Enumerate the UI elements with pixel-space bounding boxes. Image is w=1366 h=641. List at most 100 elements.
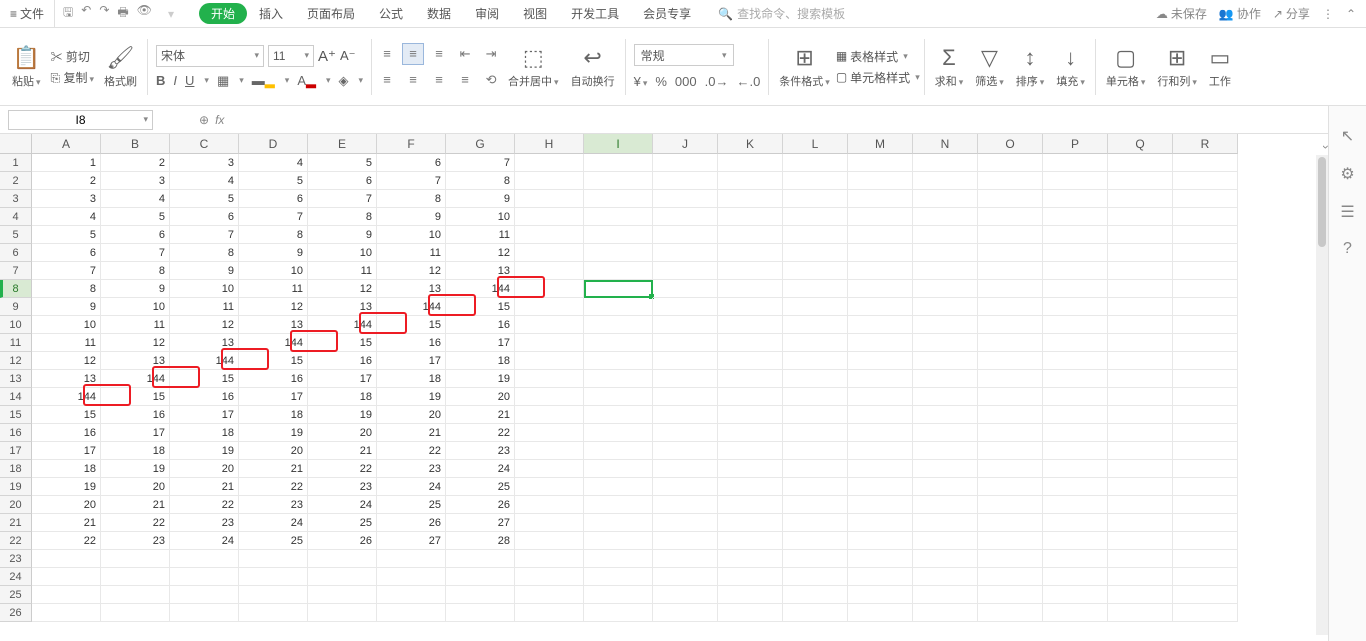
cell[interactable]: 17: [239, 388, 308, 406]
cell[interactable]: [1173, 154, 1238, 172]
cell[interactable]: [718, 514, 783, 532]
cell[interactable]: [515, 388, 584, 406]
row-header[interactable]: 16: [0, 424, 32, 442]
cell[interactable]: [1043, 496, 1108, 514]
cell[interactable]: 17: [32, 442, 101, 460]
cell[interactable]: [308, 568, 377, 586]
align-top-icon[interactable]: ≡: [376, 43, 398, 65]
cell[interactable]: 18: [446, 352, 515, 370]
cell[interactable]: [584, 298, 653, 316]
cell[interactable]: [1173, 406, 1238, 424]
thousands-icon[interactable]: 000: [675, 74, 697, 89]
cell[interactable]: [978, 442, 1043, 460]
cell[interactable]: [718, 334, 783, 352]
cell[interactable]: [653, 298, 718, 316]
cell[interactable]: 18: [170, 424, 239, 442]
cell[interactable]: [653, 352, 718, 370]
settings-panel-icon[interactable]: ⚙: [1340, 164, 1354, 184]
cell[interactable]: [515, 226, 584, 244]
cell[interactable]: 9: [308, 226, 377, 244]
cell[interactable]: 8: [170, 244, 239, 262]
cell[interactable]: 144: [101, 370, 170, 388]
cell[interactable]: 27: [446, 514, 515, 532]
underline-button[interactable]: U: [185, 73, 194, 88]
cell[interactable]: [913, 208, 978, 226]
cell[interactable]: 144: [446, 280, 515, 298]
col-header[interactable]: D: [239, 134, 308, 154]
cell[interactable]: 20: [239, 442, 308, 460]
preview-icon[interactable]: 👁: [137, 3, 152, 24]
cell[interactable]: [1173, 568, 1238, 586]
cell[interactable]: [1108, 172, 1173, 190]
cell[interactable]: 18: [101, 442, 170, 460]
cell[interactable]: [783, 604, 848, 622]
cell[interactable]: [1043, 442, 1108, 460]
cell[interactable]: 19: [101, 460, 170, 478]
row-header[interactable]: 7: [0, 262, 32, 280]
cell[interactable]: [913, 478, 978, 496]
cell[interactable]: [653, 208, 718, 226]
cell[interactable]: 7: [446, 154, 515, 172]
cell[interactable]: [978, 604, 1043, 622]
col-header[interactable]: R: [1173, 134, 1238, 154]
cell[interactable]: [913, 496, 978, 514]
row-header[interactable]: 25: [0, 586, 32, 604]
cell[interactable]: [584, 496, 653, 514]
cell[interactable]: [783, 334, 848, 352]
cell[interactable]: [1108, 190, 1173, 208]
cell[interactable]: 7: [377, 172, 446, 190]
cell[interactable]: [377, 568, 446, 586]
zoom-icon[interactable]: ⊕: [199, 113, 209, 127]
cell[interactable]: [848, 244, 913, 262]
cell[interactable]: [1173, 388, 1238, 406]
cell[interactable]: [718, 316, 783, 334]
cell[interactable]: [783, 298, 848, 316]
cell[interactable]: [913, 586, 978, 604]
undo-icon[interactable]: ↶: [81, 3, 91, 24]
align-left-icon[interactable]: ≡: [376, 69, 398, 91]
tab-视图[interactable]: 视图: [511, 0, 559, 27]
cell[interactable]: [1173, 190, 1238, 208]
cell[interactable]: 11: [308, 262, 377, 280]
cell[interactable]: [653, 316, 718, 334]
cell[interactable]: [913, 172, 978, 190]
cell[interactable]: [32, 586, 101, 604]
cell[interactable]: [653, 244, 718, 262]
cell[interactable]: 23: [308, 478, 377, 496]
cell[interactable]: [913, 388, 978, 406]
cell[interactable]: [783, 406, 848, 424]
cell[interactable]: [783, 460, 848, 478]
cell[interactable]: [783, 532, 848, 550]
print-icon[interactable]: 🖶: [117, 3, 128, 24]
cell[interactable]: 2: [32, 172, 101, 190]
cell[interactable]: 17: [377, 352, 446, 370]
cell[interactable]: [1173, 514, 1238, 532]
cell[interactable]: 15: [32, 406, 101, 424]
cell[interactable]: [1173, 370, 1238, 388]
row-header[interactable]: 2: [0, 172, 32, 190]
cell[interactable]: [515, 370, 584, 388]
cell[interactable]: [515, 604, 584, 622]
cell[interactable]: 18: [32, 460, 101, 478]
cell[interactable]: 17: [308, 370, 377, 388]
cell[interactable]: 21: [377, 424, 446, 442]
cell[interactable]: 24: [377, 478, 446, 496]
cell[interactable]: [515, 154, 584, 172]
cell[interactable]: [653, 532, 718, 550]
cell[interactable]: [1108, 424, 1173, 442]
cell[interactable]: [1043, 280, 1108, 298]
cell[interactable]: 3: [32, 190, 101, 208]
coop-button[interactable]: 👥 协作: [1219, 5, 1261, 22]
cell[interactable]: 26: [377, 514, 446, 532]
cell[interactable]: [1108, 226, 1173, 244]
cell[interactable]: [515, 244, 584, 262]
cell[interactable]: [377, 550, 446, 568]
formula-bar[interactable]: [230, 110, 1336, 130]
cell[interactable]: [783, 550, 848, 568]
increase-font-icon[interactable]: A⁺: [318, 47, 336, 65]
cell[interactable]: [653, 172, 718, 190]
indent-decrease-icon[interactable]: ⇤: [454, 43, 476, 65]
align-bottom-icon[interactable]: ≡: [428, 43, 450, 65]
row-header[interactable]: 18: [0, 460, 32, 478]
cell[interactable]: [446, 586, 515, 604]
